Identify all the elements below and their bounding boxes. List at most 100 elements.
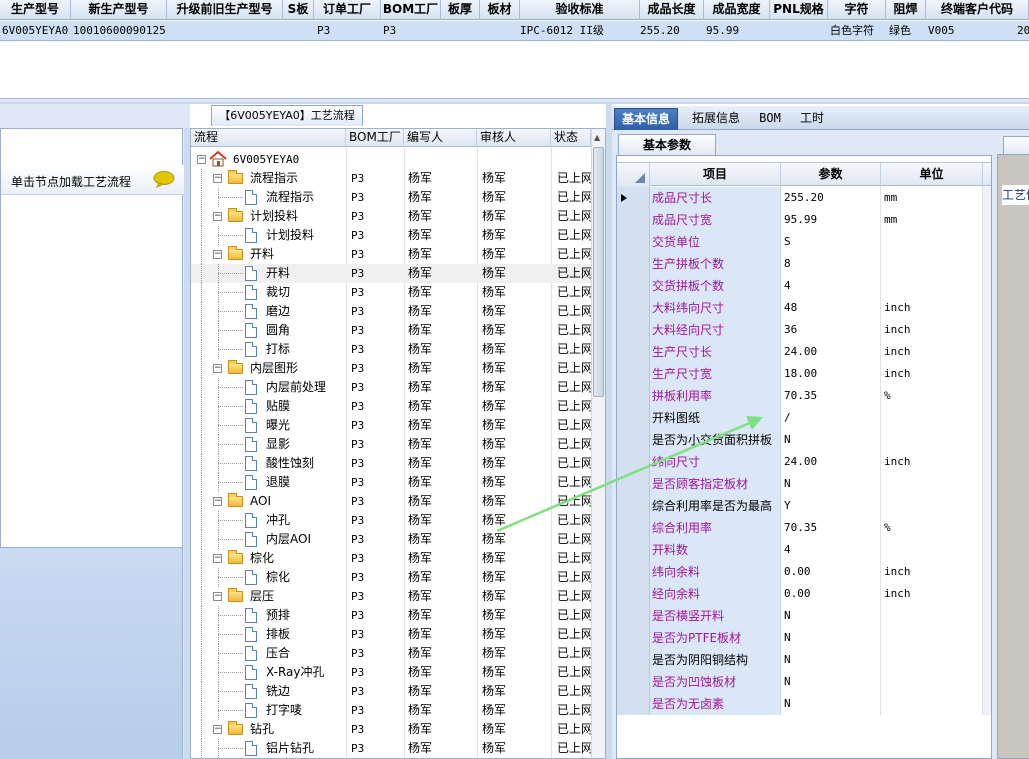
- tree-row[interactable]: 打标 P3 杨军 杨军 已上网: [191, 340, 593, 359]
- tree-row[interactable]: X-Ray冲孔 P3 杨军 杨军 已上网: [191, 663, 593, 682]
- row-indicator[interactable]: [617, 253, 650, 275]
- tree-col-reviewer[interactable]: 审核人: [477, 129, 551, 147]
- param-value[interactable]: 24.00: [781, 451, 881, 473]
- collapse-icon[interactable]: −: [213, 250, 222, 259]
- param-row[interactable]: 是否为凹蚀板材 N: [617, 671, 991, 693]
- param-value[interactable]: 255.20: [781, 187, 881, 209]
- param-row[interactable]: 经向余料 0.00 inch: [617, 583, 991, 605]
- tree-row[interactable]: − 内层图形 P3 杨军 杨军 已上网: [191, 359, 593, 378]
- param-value[interactable]: 70.35: [781, 517, 881, 539]
- row-indicator[interactable]: [617, 407, 650, 429]
- row-indicator[interactable]: [617, 627, 650, 649]
- tree-row[interactable]: 退膜 P3 杨军 杨军 已上网: [191, 473, 593, 492]
- col-header-solder-mask[interactable]: 阻焊: [886, 0, 926, 20]
- param-row[interactable]: 是否为小交货面积拼板 N: [617, 429, 991, 451]
- tree-row[interactable]: 磨边 P3 杨军 杨军 已上网: [191, 302, 593, 321]
- row-indicator[interactable]: [617, 671, 650, 693]
- tree-row[interactable]: 铝片钻孔 P3 杨军 杨军 已上网: [191, 739, 593, 758]
- tab-work-hours[interactable]: 工时: [792, 108, 832, 130]
- param-row[interactable]: 生产尺寸宽 18.00 inch: [617, 363, 991, 385]
- param-value[interactable]: 48: [781, 297, 881, 319]
- far-right-tab[interactable]: [1003, 136, 1029, 154]
- tree-row[interactable]: 排板 P3 杨军 杨军 已上网: [191, 625, 593, 644]
- tree-row[interactable]: − AOI P3 杨军 杨军 已上网: [191, 492, 593, 511]
- param-value[interactable]: 36: [781, 319, 881, 341]
- scroll-up-icon[interactable]: ▲: [594, 133, 600, 142]
- param-value[interactable]: N: [781, 649, 881, 671]
- param-value[interactable]: 70.35: [781, 385, 881, 407]
- tree-row[interactable]: 计划投料 P3 杨军 杨军 已上网: [191, 226, 593, 245]
- param-row[interactable]: 大料经向尺寸 36 inch: [617, 319, 991, 341]
- tree-col-status[interactable]: 状态: [551, 129, 591, 147]
- param-row[interactable]: 开料数 4: [617, 539, 991, 561]
- param-row[interactable]: 是否横竖开料 N: [617, 605, 991, 627]
- col-header-width[interactable]: 成品宽度: [704, 0, 770, 20]
- row-indicator[interactable]: [617, 605, 650, 627]
- row-indicator[interactable]: [617, 649, 650, 671]
- param-row[interactable]: 综合利用率 70.35%: [617, 517, 991, 539]
- tree-row[interactable]: 内层前处理 P3 杨军 杨军 已上网: [191, 378, 593, 397]
- param-value[interactable]: N: [781, 671, 881, 693]
- row-indicator[interactable]: [617, 209, 650, 231]
- tree-row[interactable]: 圆角 P3 杨军 杨军 已上网: [191, 321, 593, 340]
- collapse-icon[interactable]: −: [197, 155, 206, 164]
- col-header-thickness[interactable]: 板厚: [441, 0, 480, 20]
- col-header-length[interactable]: 成品长度: [640, 0, 704, 20]
- tree-row[interactable]: 裁切 P3 杨军 杨军 已上网: [191, 283, 593, 302]
- top-grid-row[interactable]: 6V005YEYA0 10010600090125 P3 P3 IPC-6012…: [0, 21, 1029, 41]
- tree-row[interactable]: − 层压 P3 杨军 杨军 已上网: [191, 587, 593, 606]
- process-panel-title[interactable]: 【6V005YEYA0】工艺流程: [211, 105, 363, 126]
- tree-row[interactable]: 预排 P3 杨军 杨军 已上网: [191, 606, 593, 625]
- tree-row[interactable]: 内层AOI P3 杨军 杨军 已上网: [191, 530, 593, 549]
- tree-row[interactable]: 贴膜 P3 杨军 杨军 已上网: [191, 397, 593, 416]
- param-col-item[interactable]: 项目: [650, 163, 781, 187]
- param-value[interactable]: N: [781, 473, 881, 495]
- param-col-value[interactable]: 参数: [781, 163, 881, 187]
- param-row[interactable]: 是否为阴阳铜结构 N: [617, 649, 991, 671]
- col-header-standard[interactable]: 验收标准: [520, 0, 640, 20]
- param-value[interactable]: N: [781, 693, 881, 715]
- param-row[interactable]: 纬向余料 0.00 inch: [617, 561, 991, 583]
- param-value[interactable]: S: [781, 231, 881, 253]
- param-row[interactable]: 是否为无卤素 N: [617, 693, 991, 715]
- param-row[interactable]: 大料纬向尺寸 48 inch: [617, 297, 991, 319]
- col-header-material[interactable]: 板材: [480, 0, 520, 20]
- param-col-unit[interactable]: 单位: [881, 163, 983, 187]
- tree-col-process[interactable]: 流程: [191, 129, 346, 147]
- param-value[interactable]: 0.00: [781, 583, 881, 605]
- param-value[interactable]: Y: [781, 495, 881, 517]
- col-header-pnl[interactable]: PNL规格: [770, 0, 828, 20]
- tree-row[interactable]: − 钻孔 P3 杨军 杨军 已上网: [191, 720, 593, 739]
- row-indicator[interactable]: [617, 231, 650, 253]
- param-row[interactable]: 成品尺寸宽 95.99 mm: [617, 209, 991, 231]
- row-indicator[interactable]: [617, 385, 650, 407]
- col-header-prod-model[interactable]: 生产型号: [0, 0, 71, 20]
- col-header-bom-factory[interactable]: BOM工厂: [381, 0, 441, 20]
- row-indicator[interactable]: [617, 341, 650, 363]
- tree-vertical-scrollbar[interactable]: ▲: [591, 129, 605, 758]
- row-indicator[interactable]: [617, 319, 650, 341]
- row-indicator[interactable]: [617, 539, 650, 561]
- tree-row[interactable]: 曝光 P3 杨军 杨军 已上网: [191, 416, 593, 435]
- tab-basic-info[interactable]: 基本信息: [614, 108, 678, 130]
- tree-row[interactable]: 冲孔 P3 杨军 杨军 已上网: [191, 511, 593, 530]
- param-value[interactable]: /: [781, 407, 881, 429]
- collapse-icon[interactable]: −: [213, 554, 222, 563]
- tree-row[interactable]: 铣边 P3 杨军 杨军 已上网: [191, 682, 593, 701]
- row-indicator[interactable]: [617, 495, 650, 517]
- row-indicator[interactable]: [617, 275, 650, 297]
- col-header-new-model[interactable]: 新生产型号: [71, 0, 167, 20]
- col-header-order-factory[interactable]: 订单工厂: [314, 0, 381, 20]
- tree-row[interactable]: − 流程指示 P3 杨军 杨军 已上网: [191, 169, 593, 188]
- param-row[interactable]: 是否为PTFE板材 N: [617, 627, 991, 649]
- param-row[interactable]: 纬向尺寸 24.00 inch: [617, 451, 991, 473]
- tree-row[interactable]: − 计划投料 P3 杨军 杨军 已上网: [191, 207, 593, 226]
- param-value[interactable]: 8: [781, 253, 881, 275]
- tree-row[interactable]: − 棕化 P3 杨军 杨军 已上网: [191, 549, 593, 568]
- param-row[interactable]: 开料图纸 /: [617, 407, 991, 429]
- tab-basic-params[interactable]: 基本参数: [618, 134, 716, 155]
- row-indicator[interactable]: [617, 561, 650, 583]
- row-indicator[interactable]: [617, 451, 650, 473]
- tree-root-row[interactable]: − 6V005YEYA0: [191, 150, 591, 169]
- row-indicator[interactable]: [617, 363, 650, 385]
